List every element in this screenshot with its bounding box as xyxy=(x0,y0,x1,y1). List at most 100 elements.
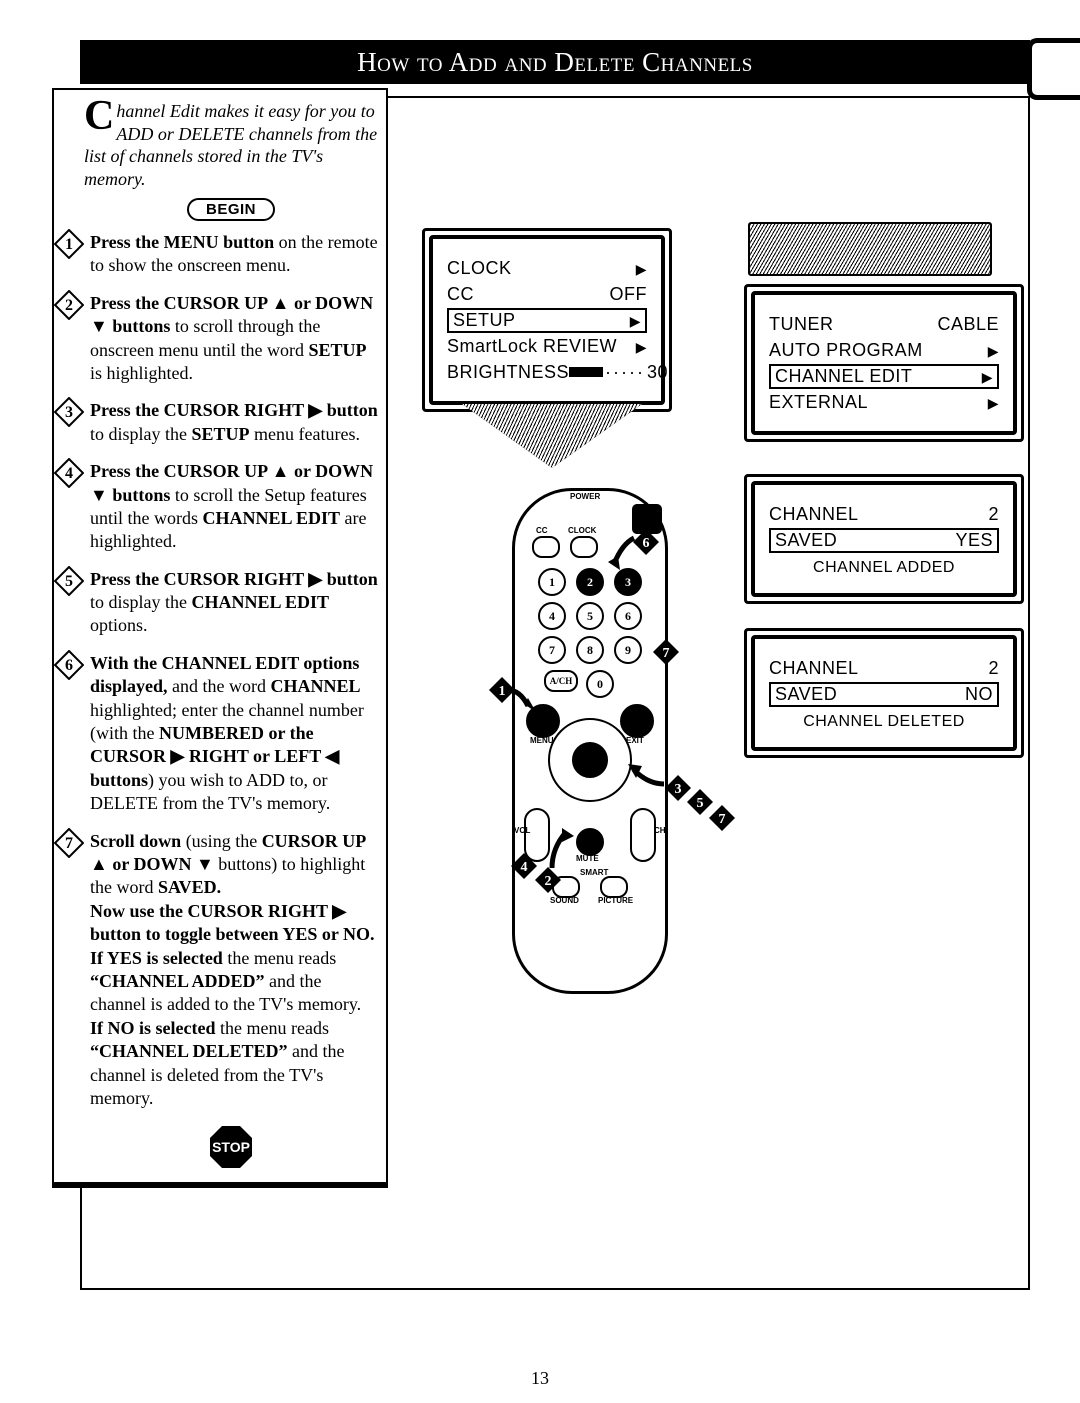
osd-del-saved-label: SAVED xyxy=(775,684,837,705)
arrow-right-icon xyxy=(982,366,993,387)
osd-setup-label: SETUP xyxy=(453,310,516,331)
svg-text:2: 2 xyxy=(65,297,73,314)
step-2-rest2: is highlighted. xyxy=(90,363,193,383)
osd-add-status: CHANNEL ADDED xyxy=(769,559,999,577)
osd-external-label: EXTERNAL xyxy=(769,392,868,413)
intro-paragraph: Channel Edit makes it easy for you to AD… xyxy=(84,100,378,190)
step-6-rest: and the word xyxy=(168,676,271,696)
svg-text:7: 7 xyxy=(719,812,726,827)
arrow-right-icon xyxy=(988,392,999,413)
page-title-bar: How to Add and Delete Channels xyxy=(80,40,1030,84)
step-3-rest: to display the xyxy=(90,424,192,444)
remote-power-label: POWER xyxy=(570,492,600,501)
remote-num-5: 5 xyxy=(576,602,604,630)
stop-icon: STOP xyxy=(208,1124,254,1170)
begin-pill: BEGIN xyxy=(187,198,275,221)
osd-clock-label: CLOCK xyxy=(447,258,512,279)
osd-add-saved-label: SAVED xyxy=(775,530,837,551)
step-3: 3 Press the CURSOR RIGHT ▶ button to dis… xyxy=(84,399,378,446)
step-4: 4 Press the CURSOR UP ▲ or DOWN ▼ button… xyxy=(84,460,378,554)
brightness-slider: ·····30 xyxy=(569,362,668,383)
step-5-rest2: options. xyxy=(90,615,148,635)
step-3-rest2: menu features. xyxy=(250,424,360,444)
remote-control-figure: POWER CC CLOCK 1 2 3 4 5 6 7 8 9 A/CH 0 xyxy=(452,488,712,1008)
osd-del-chan-val: 2 xyxy=(988,658,999,679)
osd-del-chan-label: CHANNEL xyxy=(769,658,859,679)
pointer-triangle-icon xyxy=(462,404,642,468)
arrow-right-icon xyxy=(988,340,999,361)
page-tab-notch xyxy=(1027,38,1080,100)
osd-channel-added: CHANNEL 2 SAVED YES CHANNEL ADDED xyxy=(751,481,1017,597)
remote-ch-label: CH xyxy=(654,826,666,835)
page-title: How to Add and Delete Channels xyxy=(357,47,753,77)
step-7-rest: (using the xyxy=(181,831,262,851)
arrow-right-icon xyxy=(630,310,641,331)
content-frame: Channel Edit makes it easy for you to AD… xyxy=(80,96,1030,1290)
osd-cc-val: OFF xyxy=(610,284,648,305)
osd-tuner: TUNERCABLE AUTO PROGRAM CHANNEL EDIT EXT… xyxy=(751,291,1017,435)
remote-num-8: 8 xyxy=(576,636,604,664)
remote-num-9: 9 xyxy=(614,636,642,664)
osd-channel-added-wrap: CHANNEL 2 SAVED YES CHANNEL ADDED xyxy=(744,474,1014,604)
remote-clock-label: CLOCK xyxy=(568,526,596,535)
osd-del-saved-val: NO xyxy=(965,684,993,705)
remote-picture-label: PICTURE xyxy=(598,896,633,905)
step-7-icon: 7 xyxy=(54,828,84,858)
intro-dropcap: C xyxy=(84,100,114,134)
step-7-lead: Scroll down xyxy=(90,831,181,851)
svg-text:7: 7 xyxy=(65,835,73,852)
step-6-icon: 6 xyxy=(54,650,84,680)
remote-smart-picture-button xyxy=(600,876,628,898)
callout-2-icon: 2 xyxy=(534,866,562,894)
osd-add-chan-val: 2 xyxy=(988,504,999,525)
callout-7-icon: 7 xyxy=(652,638,680,666)
osd-smartlock-label: SmartLock REVIEW xyxy=(447,336,617,357)
svg-text:2: 2 xyxy=(545,874,552,889)
remote-cc-label: CC xyxy=(536,526,548,535)
step-7-line4b: the menu reads xyxy=(215,1018,328,1038)
step-5: 5 Press the CURSOR RIGHT ▶ button to dis… xyxy=(84,568,378,638)
step-7-q2: “CHANNEL DELETED” xyxy=(90,1041,288,1061)
svg-text:1: 1 xyxy=(65,236,73,253)
step-5-icon: 5 xyxy=(54,566,84,596)
osd-main: CLOCK CCOFF SETUP SmartLock REVIEW BRIGH… xyxy=(429,235,665,405)
step-5-lead: Press the CURSOR RIGHT ▶ button xyxy=(90,569,378,589)
remote-num-1: 1 xyxy=(538,568,566,596)
step-6-hl1: CHANNEL xyxy=(271,676,361,696)
step-2-hl: SETUP xyxy=(308,340,366,360)
remote-num-4: 4 xyxy=(538,602,566,630)
svg-text:4: 4 xyxy=(521,860,528,875)
svg-text:STOP: STOP xyxy=(212,1139,250,1155)
arrow-right-icon xyxy=(636,258,647,279)
osd-channel-deleted: CHANNEL 2 SAVED NO CHANNEL DELETED xyxy=(751,635,1017,751)
osd-auto-label: AUTO PROGRAM xyxy=(769,340,923,361)
callout-1-arrow-icon xyxy=(508,684,538,714)
svg-text:6: 6 xyxy=(65,657,73,674)
osd-tuner-label: TUNER xyxy=(769,314,834,335)
osd-main-wrap: CLOCK CCOFF SETUP SmartLock REVIEW BRIGH… xyxy=(422,228,672,412)
osd-tuner-wrap: TUNERCABLE AUTO PROGRAM CHANNEL EDIT EXT… xyxy=(744,284,1014,442)
step-6: 6 With the CHANNEL EDIT options displaye… xyxy=(84,652,378,816)
step-7-line3b: the menu reads xyxy=(223,948,336,968)
osd-add-saved-val: YES xyxy=(955,530,993,551)
step-3-icon: 3 xyxy=(54,397,84,427)
step-5-rest: to display the xyxy=(90,592,192,612)
step-4-icon: 4 xyxy=(54,458,84,488)
remote-num-2: 2 xyxy=(576,568,604,596)
osd-add-chan-label: CHANNEL xyxy=(769,504,859,525)
step-1-lead: Press the MENU button xyxy=(90,232,274,252)
osd-del-status: CHANNEL DELETED xyxy=(769,713,999,731)
step-7: 7 Scroll down (using the CURSOR UP ▲ or … xyxy=(84,830,378,1111)
step-1-icon: 1 xyxy=(54,229,84,259)
step-3-hl: SETUP xyxy=(192,424,250,444)
step-7-q1: “CHANNEL ADDED” xyxy=(90,971,265,991)
remote-vol-label: VOL xyxy=(514,826,530,835)
svg-text:6: 6 xyxy=(643,536,650,551)
callout-7b-icon: 7 xyxy=(708,804,736,832)
remote-smart-label: SMART xyxy=(580,868,608,877)
remote-num-7: 7 xyxy=(538,636,566,664)
osd-brightness-val: 30 xyxy=(647,362,668,383)
step-4-hl: CHANNEL EDIT xyxy=(203,508,341,528)
osd-channel-deleted-wrap: CHANNEL 2 SAVED NO CHANNEL DELETED xyxy=(744,628,1014,758)
step-2-icon: 2 xyxy=(54,290,84,320)
